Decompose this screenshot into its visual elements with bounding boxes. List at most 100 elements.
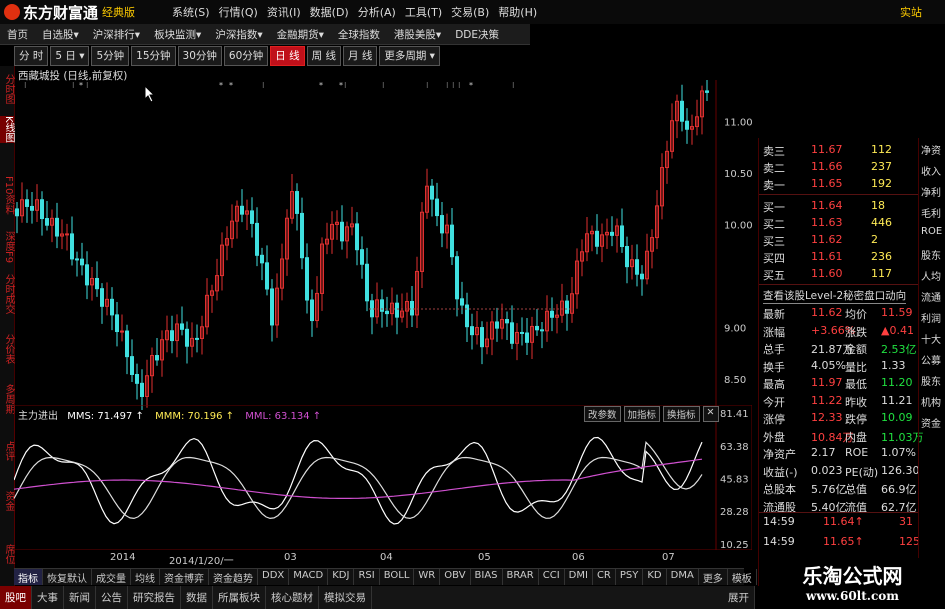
indicator-tab-22[interactable]: 模板 <box>728 569 757 585</box>
period-button-0[interactable]: 分 时 <box>14 46 49 66</box>
bottom-tab-1[interactable]: 大事 <box>32 586 64 609</box>
expand-button[interactable]: 展开 <box>723 586 755 609</box>
indicator-chart[interactable]: 81.41 63.38 45.83 28.28 10.25 <box>14 405 752 550</box>
candle-body <box>270 288 274 326</box>
event-marker[interactable]: ⁝ <box>344 81 347 90</box>
event-marker[interactable]: ⁝ <box>426 81 429 90</box>
left-tab-4[interactable]: 分时成交 <box>0 274 14 314</box>
indicator-button-0[interactable]: 改参数 <box>584 406 621 422</box>
indicator-button-1[interactable]: 加指标 <box>623 406 661 422</box>
period-button-4[interactable]: 30分钟 <box>177 46 222 66</box>
event-marker[interactable]: ⁝ <box>382 81 385 90</box>
indicator-tab-10[interactable]: BOLL <box>380 569 415 585</box>
period-button-9[interactable]: 更多周期 ▾ <box>379 46 440 66</box>
bottom-tab-5[interactable]: 数据 <box>181 586 213 609</box>
nav-item-5[interactable]: 金融期货▾ <box>270 24 331 44</box>
indicator-tab-17[interactable]: CR <box>593 569 616 585</box>
event-marker[interactable]: * <box>79 81 83 90</box>
indicator-tab-6[interactable]: DDX <box>258 569 290 585</box>
bottom-tab-7[interactable]: 核心题材 <box>266 586 319 609</box>
period-button-7[interactable]: 周 线 <box>306 46 341 66</box>
period-button-6[interactable]: 日 线 <box>270 46 305 66</box>
period-button-8[interactable]: 月 线 <box>342 46 378 66</box>
nav-item-1[interactable]: 自选股▾ <box>35 24 86 44</box>
event-marker[interactable]: ⁝ <box>262 81 265 90</box>
menu-item-7[interactable]: 帮助(H) <box>498 4 537 20</box>
indicator-tab-8[interactable]: KDJ <box>328 569 355 585</box>
menu-item-3[interactable]: 数据(D) <box>310 4 349 20</box>
nav-item-7[interactable]: 港股美股▾ <box>387 24 448 44</box>
left-tab-7[interactable]: 点评 <box>0 441 14 461</box>
event-marker[interactable]: ⁝ <box>452 81 455 90</box>
left-tab-9[interactable]: 席位 <box>0 544 14 564</box>
event-marker[interactable]: ⁝ <box>72 81 75 90</box>
indicator-tab-0[interactable]: 指标 <box>14 569 43 585</box>
event-marker[interactable]: ⁝ <box>86 81 89 90</box>
left-tab-1[interactable]: K线图 <box>0 116 14 143</box>
left-tab-6[interactable]: 多周期 <box>0 384 14 414</box>
left-tab-2[interactable]: F10资料 <box>0 176 14 214</box>
indicator-tab-9[interactable]: RSI <box>354 569 380 585</box>
period-button-5[interactable]: 60分钟 <box>223 46 269 66</box>
left-tab-3[interactable]: 深度F9 <box>0 231 14 263</box>
event-marker[interactable]: * <box>219 81 223 90</box>
indicator-tab-2[interactable]: 成交量 <box>92 569 131 585</box>
event-marker[interactable]: ⁝ <box>24 81 27 90</box>
indicator-tab-5[interactable]: 资金趋势 <box>209 569 258 585</box>
menu-item-5[interactable]: 工具(T) <box>405 4 442 20</box>
bottom-tab-6[interactable]: 所属板块 <box>213 586 266 609</box>
indicator-tab-3[interactable]: 均线 <box>131 569 160 585</box>
tick-price: 11.64↑ <box>823 515 864 528</box>
indicator-button-2[interactable]: 换指标 <box>663 406 700 422</box>
event-marker[interactable]: ⁝ <box>458 81 461 90</box>
indicator-tab-16[interactable]: DMI <box>565 569 593 585</box>
period-button-2[interactable]: 5分钟 <box>91 46 130 66</box>
level2-link[interactable]: 查看该股Level-2秘密盘口动向 <box>763 288 907 304</box>
indicator-tab-7[interactable]: MACD <box>289 569 329 585</box>
event-marker[interactable]: ⁝ <box>512 81 515 90</box>
indicator-axis-tick: 45.83 <box>720 475 749 486</box>
indicator-tab-18[interactable]: PSY <box>616 569 644 585</box>
stat-row: 总股本 5.76亿 总值 66.9亿 <box>759 479 919 496</box>
indicator-tab-12[interactable]: OBV <box>440 569 471 585</box>
period-button-1[interactable]: 5 日 ▾ <box>50 46 90 66</box>
bottom-tab-2[interactable]: 新闻 <box>64 586 96 609</box>
indicator-tab-21[interactable]: 更多 <box>699 569 728 585</box>
nav-item-4[interactable]: 沪深指数▾ <box>208 24 269 44</box>
event-marker[interactable]: * <box>469 81 473 90</box>
close-icon[interactable]: ✕ <box>702 406 719 422</box>
bottom-tab-8[interactable]: 模拟交易 <box>319 586 372 609</box>
indicator-tab-11[interactable]: WR <box>414 569 441 585</box>
nav-item-0[interactable]: 首页 <box>0 24 35 44</box>
menu-item-6[interactable]: 交易(B) <box>451 4 489 20</box>
indicator-tab-13[interactable]: BIAS <box>471 569 503 585</box>
menu-item-4[interactable]: 分析(A) <box>358 4 396 20</box>
bottom-tab-3[interactable]: 公告 <box>96 586 128 609</box>
left-tab-8[interactable]: 资金 <box>0 491 14 511</box>
bottom-tab-0[interactable]: 股吧 <box>0 586 32 609</box>
nav-item-3[interactable]: 板块监测▾ <box>147 24 208 44</box>
nav-item-2[interactable]: 沪深排行▾ <box>86 24 147 44</box>
indicator-axis-tick: 28.28 <box>720 507 749 518</box>
menu-item-1[interactable]: 行情(Q) <box>219 4 258 20</box>
event-marker[interactable]: * <box>319 81 323 90</box>
kline-chart[interactable]: ⁝ ⁝ * ⁝ * * ⁝ * * ⁝ ⁝ ⁝ ⁝ ⁝ ⁝ * ⁝11.0010.5010.009.008.50… <box>14 80 752 410</box>
event-marker[interactable]: * <box>229 81 233 90</box>
indicator-tab-14[interactable]: BRAR <box>503 569 539 585</box>
event-marker[interactable]: * <box>339 81 343 90</box>
menu-item-2[interactable]: 资讯(I) <box>267 4 301 20</box>
indicator-tab-20[interactable]: DMA <box>667 569 699 585</box>
indicator-tab-15[interactable]: CCI <box>539 569 565 585</box>
left-tab-5[interactable]: 分价表 <box>0 334 14 364</box>
indicator-tab-4[interactable]: 资金博弈 <box>160 569 209 585</box>
left-tab-0[interactable]: 分时图 <box>0 74 14 104</box>
period-button-3[interactable]: 15分钟 <box>131 46 176 66</box>
nav-item-6[interactable]: 全球指数 <box>331 24 387 44</box>
nav-item-8[interactable]: DDE决策 <box>448 24 506 44</box>
event-marker[interactable]: ⁝ <box>446 81 449 90</box>
top-right-link[interactable]: 实站 <box>900 4 922 20</box>
indicator-tab-19[interactable]: KD <box>643 569 667 585</box>
menu-item-0[interactable]: 系统(S) <box>172 4 210 20</box>
bottom-tab-4[interactable]: 研究报告 <box>128 586 181 609</box>
indicator-tab-1[interactable]: 恢复默认 <box>43 569 92 585</box>
